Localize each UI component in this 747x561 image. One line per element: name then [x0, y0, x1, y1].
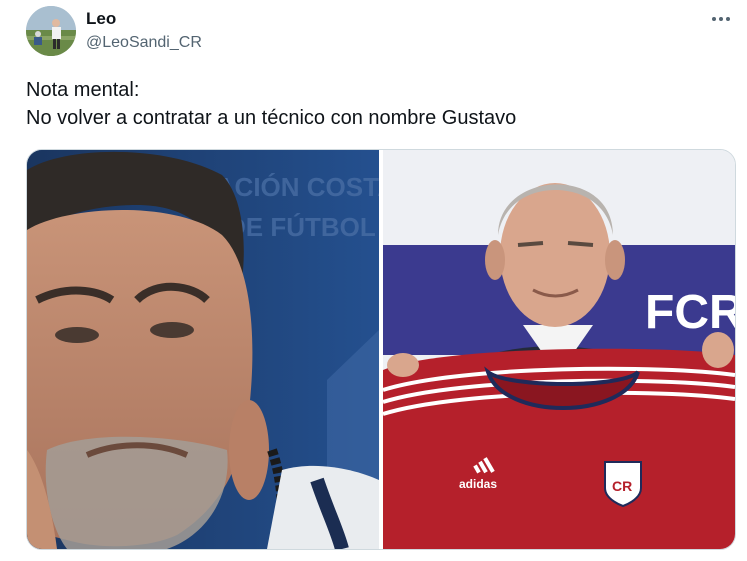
tweet-header: Leo @LeoSandi_CR — [26, 6, 736, 58]
crest-text: CR — [612, 478, 632, 494]
jersey-brand-text: adidas — [459, 477, 497, 491]
avatar[interactable] — [26, 6, 76, 56]
tweet-text: Nota mental: No volver a contratar a un … — [26, 76, 726, 132]
avatar-image — [26, 6, 76, 56]
more-horizontal-icon — [712, 17, 730, 21]
photo-left[interactable]: RACIÓN COSTARRICE DE FÚTBOL — [27, 150, 379, 549]
photo-right[interactable]: FCR adidas CR — [383, 150, 735, 549]
photo-left-image: RACIÓN COSTARRICE DE FÚTBOL — [27, 150, 379, 549]
tweet-text-line: Nota mental: — [26, 79, 140, 101]
backdrop-text: FCR — [645, 286, 735, 339]
photo-right-image: FCR adidas CR — [383, 150, 735, 549]
crest-icon: CR — [604, 461, 642, 508]
tweet-text-line: No volver a contratar a un técnico con n… — [26, 107, 517, 129]
backdrop-text: DE FÚTBOL — [227, 212, 376, 242]
author-handle[interactable]: @LeoSandi_CR — [86, 34, 202, 52]
media-grid: RACIÓN COSTARRICE DE FÚTBOL — [26, 149, 736, 550]
more-options-button[interactable] — [710, 10, 732, 28]
author-name[interactable]: Leo — [86, 9, 116, 29]
